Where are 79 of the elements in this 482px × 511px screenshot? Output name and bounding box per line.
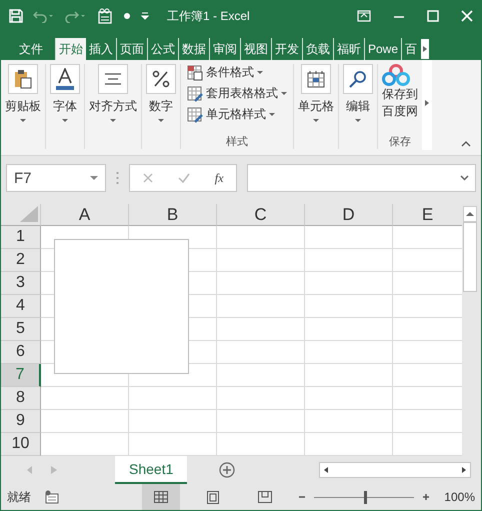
dot-icon[interactable]	[123, 12, 131, 20]
cell-style-icon	[187, 106, 203, 122]
search-button[interactable]: 编辑	[339, 64, 377, 123]
cloud-icon	[382, 64, 410, 86]
clipboard-button[interactable]: 剪贴板	[1, 64, 45, 123]
align-center-icon	[104, 73, 122, 85]
cells-button[interactable]: 单元格	[294, 64, 338, 123]
caret-icon	[158, 119, 164, 123]
group-label: 保存	[389, 135, 411, 149]
column-header[interactable]: E	[393, 204, 462, 226]
row-header[interactable]: 10	[1, 433, 41, 456]
row-header[interactable]: 6	[1, 341, 41, 364]
group-label: 样式	[226, 135, 248, 149]
ribbon-display-icon[interactable]	[357, 10, 371, 22]
table-format-icon	[187, 86, 203, 102]
horizontal-scrollbar[interactable]	[319, 462, 472, 478]
row-header[interactable]: 9	[1, 410, 41, 433]
check-icon[interactable]	[178, 173, 190, 183]
expand-icon[interactable]	[460, 175, 469, 181]
column-header[interactable]: B	[129, 204, 217, 226]
caret-icon	[269, 112, 275, 116]
scroll-right-icon[interactable]	[421, 39, 430, 59]
percent-icon	[152, 70, 170, 88]
insert-function-button[interactable]: fx	[214, 170, 224, 186]
add-sheet-icon[interactable]	[219, 462, 236, 478]
row-header[interactable]: 4	[1, 295, 41, 318]
collapse-ribbon-icon[interactable]	[461, 141, 471, 147]
scroll-up-icon[interactable]	[463, 206, 477, 222]
page-icon	[207, 490, 220, 504]
caret-icon	[281, 92, 287, 96]
clipboard-icon	[14, 69, 32, 89]
align-button[interactable]: 对齐方式	[85, 64, 141, 123]
caret-icon	[355, 119, 361, 123]
styles-menu-button[interactable]: 套用表格格式	[185, 85, 289, 102]
normal-view-button[interactable]	[142, 484, 180, 510]
ribbon-tab[interactable]: 插入	[86, 38, 116, 60]
window-title: 工作簿1 - Excel	[167, 8, 251, 24]
cells-icon	[307, 70, 325, 88]
customize-icon[interactable]	[141, 11, 149, 21]
row-header[interactable]: 3	[1, 272, 41, 295]
row-header[interactable]: 8	[1, 387, 41, 410]
caret-icon	[110, 119, 116, 123]
name-box[interactable]: F7	[6, 164, 106, 192]
caret-icon	[257, 70, 263, 74]
drag-handle-icon[interactable]	[116, 171, 119, 185]
search-icon	[349, 70, 367, 88]
column-header[interactable]: A	[41, 204, 129, 226]
caret-icon	[313, 119, 319, 123]
close-icon[interactable]	[461, 10, 473, 22]
row-header[interactable]: 5	[1, 318, 41, 341]
scroll-thumb[interactable]	[463, 222, 477, 292]
styles-menu-button[interactable]: 条件格式	[185, 64, 289, 81]
row-header[interactable]: 1	[1, 226, 41, 249]
zoom-level[interactable]: 100%	[444, 490, 475, 504]
caret-icon	[20, 119, 26, 123]
caret-icon	[90, 176, 98, 180]
macro-record-icon[interactable]	[45, 490, 59, 504]
row-header[interactable]: 2	[1, 249, 41, 272]
ribbon-tab[interactable]: 开始	[55, 38, 86, 60]
ribbon-tab[interactable]: 文件	[7, 38, 55, 60]
formula-input[interactable]	[247, 164, 476, 192]
save-to-cloud-button[interactable]: 保存到 百度网	[378, 64, 422, 120]
column-header[interactable]: D	[305, 204, 393, 226]
caret-icon	[62, 119, 68, 123]
styles-menu-button[interactable]: 单元格样式	[185, 106, 289, 123]
maximize-icon[interactable]	[427, 10, 439, 22]
font-color-icon	[55, 68, 75, 90]
percent-button[interactable]: 数字	[142, 64, 180, 123]
font-button[interactable]: 字体	[46, 64, 84, 123]
column-header[interactable]: C	[217, 204, 305, 226]
conditional-format-icon	[187, 64, 203, 80]
grid-icon	[154, 491, 168, 503]
sheet-tab[interactable]: Sheet1	[115, 456, 188, 484]
save-icon[interactable]	[9, 9, 23, 23]
page-break-icon	[258, 491, 272, 503]
zoom-in-icon[interactable]	[422, 493, 430, 501]
row-header[interactable]: 7	[1, 364, 41, 387]
status-text: 就绪	[7, 488, 31, 506]
form-icon[interactable]	[97, 8, 113, 24]
